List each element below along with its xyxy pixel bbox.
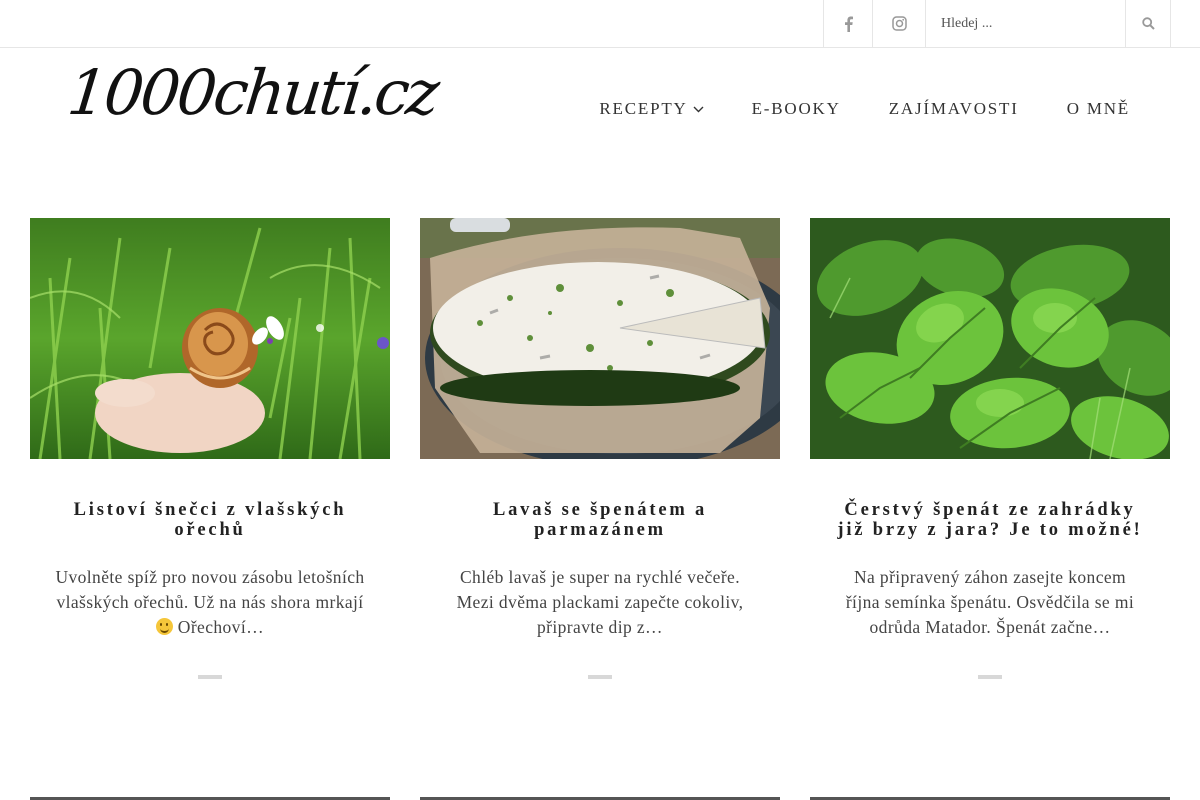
search-icon [1141,17,1155,30]
post-card: Listoví šnečci z vlašských ořechů Uvolně… [30,218,390,679]
smile-icon [156,618,173,635]
post-card: Čerstvý špenát ze zahrádky již brzy z ja… [810,218,1170,679]
post-image-spinach-garden[interactable] [810,218,1170,459]
post-excerpt: Chléb lavaš je super na rychlé večeře. M… [456,567,744,637]
post-excerpt: Uvolněte spíž pro novou zásobu letošních… [30,565,390,640]
instagram-link[interactable] [872,0,925,47]
post-title[interactable]: Čerstvý špenát ze zahrádky již brzy z ja… [810,500,1170,540]
search-button[interactable] [1125,0,1171,47]
nav-item-recepty[interactable]: RECEPTY [599,99,704,119]
post-title[interactable]: Lavaš se špenátem a parmazánem [420,500,780,540]
topbar-tools [823,0,1171,47]
post-separator [198,675,222,679]
nav-item-label: RECEPTY [599,99,688,118]
nav-item-o-mne[interactable]: O MNĚ [1067,99,1130,119]
instagram-icon [891,16,907,31]
post-title[interactable]: Listoví šnečci z vlašských ořechů [30,500,390,540]
facebook-icon [844,16,853,32]
nav-item-zajimavosti[interactable]: ZAJÍMAVOSTI [889,99,1019,119]
post-separator [588,675,612,679]
post-excerpt-text: Ořechoví… [173,617,264,637]
facebook-link[interactable] [823,0,872,47]
post-separator [978,675,1002,679]
chevron-down-icon [693,106,704,113]
search-input[interactable] [925,0,1125,47]
post-image-walnut-pastry[interactable] [30,218,390,459]
site-logo[interactable]: 1000chutí.cz [64,56,440,129]
post-excerpt-text: Uvolněte spíž pro novou zásobu letošních… [55,567,365,612]
nav-item-e-booky[interactable]: E-BOOKY [752,99,841,119]
post-card: Lavaš se špenátem a parmazánem Chléb lav… [420,218,780,679]
main-nav: RECEPTY E-BOOKY ZAJÍMAVOSTI O MNĚ [551,99,1130,119]
top-bar [0,0,1200,48]
post-image-lavash-spinach[interactable] [420,218,780,459]
post-excerpt: Na připravený záhon zasejte koncem října… [845,567,1135,637]
